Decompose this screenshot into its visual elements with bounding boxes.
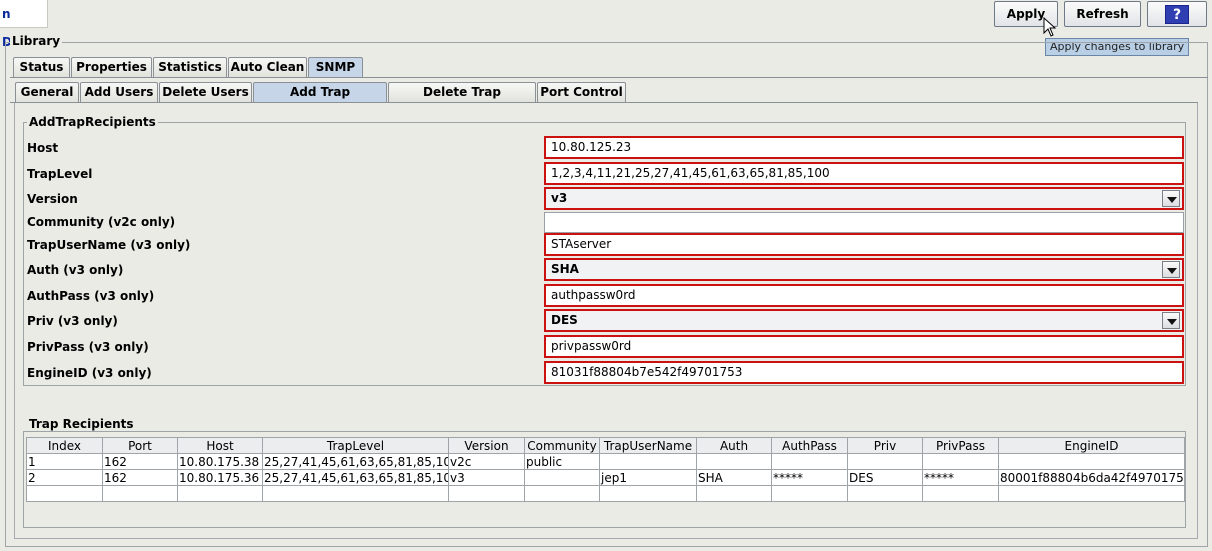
table-cell: ***** xyxy=(771,469,848,486)
table-cell xyxy=(998,485,1185,502)
table-cell: ***** xyxy=(922,469,999,486)
column-header[interactable]: Host xyxy=(177,437,263,454)
help-button[interactable]: ? xyxy=(1147,1,1207,27)
table-header-row: Index Port Host TrapLevel Version Commun… xyxy=(26,437,1185,454)
column-header[interactable]: Index xyxy=(26,437,103,454)
table-cell: SHA xyxy=(696,469,772,486)
table-cell xyxy=(771,485,848,502)
column-header[interactable]: Community xyxy=(524,437,600,454)
table-cell xyxy=(102,485,178,502)
table-cell: 1 xyxy=(26,453,103,470)
table-cell: DES xyxy=(847,469,923,486)
subtab-delete-trap-recipients[interactable]: Delete Trap Recipients xyxy=(388,82,536,118)
column-header[interactable]: Version xyxy=(448,437,525,454)
table-cell: 80001f88804b6da42f49701753 xyxy=(998,469,1185,486)
table-cell: 2 xyxy=(26,469,103,486)
tab-snmp[interactable]: SNMP xyxy=(308,57,363,77)
table-row[interactable] xyxy=(26,485,1185,502)
host-input[interactable]: 10.80.125.23 xyxy=(544,136,1184,159)
table-row[interactable]: 1 162 10.80.175.38 25,27,41,45,61,63,65,… xyxy=(26,453,1185,470)
trapusername-input[interactable]: STAserver xyxy=(544,233,1184,256)
privpass-label: PrivPass (v3 only) xyxy=(27,340,149,354)
table-cell: 162 xyxy=(102,469,178,486)
table-cell xyxy=(696,485,772,502)
subtab-delete-users[interactable]: Delete Users xyxy=(159,82,252,102)
tab-properties[interactable]: Properties xyxy=(71,57,152,77)
tab-auto-clean[interactable]: Auto Clean xyxy=(228,57,307,77)
table-cell xyxy=(696,453,772,470)
table-cell xyxy=(998,453,1185,470)
table-cell: jep1 xyxy=(599,469,697,486)
table-cell xyxy=(177,485,263,502)
authpass-label: AuthPass (v3 only) xyxy=(27,289,155,303)
table-cell: 25,27,41,45,61,63,65,81,85,100 xyxy=(262,469,449,486)
table-cell xyxy=(599,453,697,470)
table-cell xyxy=(448,485,525,502)
engineid-label: EngineID (v3 only) xyxy=(27,366,152,380)
table-cell: public xyxy=(524,453,600,470)
chevron-down-icon[interactable] xyxy=(1162,190,1180,207)
table-cell: v2c xyxy=(448,453,525,470)
subtab-general[interactable]: General xyxy=(15,82,79,102)
table-cell xyxy=(524,469,600,486)
priv-label: Priv (v3 only) xyxy=(27,314,118,328)
priv-select-value: DES xyxy=(551,313,578,327)
subtab-add-users[interactable]: Add Users xyxy=(80,82,158,102)
tab-statistics[interactable]: Statistics xyxy=(153,57,227,77)
chevron-down-icon[interactable] xyxy=(1162,312,1180,329)
table-row[interactable]: 2 162 10.80.175.36 25,27,41,45,61,63,65,… xyxy=(26,469,1185,486)
traplevel-label: TrapLevel xyxy=(27,167,93,181)
table-cell xyxy=(26,485,103,502)
table-cell: 10.80.175.36 xyxy=(177,469,263,486)
community-input[interactable] xyxy=(544,212,1184,233)
tab-divider xyxy=(10,77,1208,78)
table-cell xyxy=(847,485,923,502)
add-trap-recipients-legend: AddTrapRecipients xyxy=(27,115,158,129)
column-header[interactable]: Auth xyxy=(696,437,772,454)
table-cell xyxy=(262,485,449,502)
trap-recipients-legend: Trap Recipients xyxy=(27,417,136,431)
help-icon: ? xyxy=(1165,5,1189,24)
library-legend: Library xyxy=(10,34,63,48)
traplevel-input[interactable]: 1,2,3,4,11,21,25,27,41,45,61,63,65,81,85… xyxy=(544,162,1184,185)
version-select-value: v3 xyxy=(551,191,568,205)
version-label: Version xyxy=(27,192,78,206)
column-header[interactable]: AuthPass xyxy=(771,437,848,454)
auth-label: Auth (v3 only) xyxy=(27,263,124,277)
chevron-down-icon[interactable] xyxy=(1162,261,1180,278)
table-cell xyxy=(599,485,697,502)
authpass-input[interactable]: authpassw0rd xyxy=(544,284,1184,307)
host-label: Host xyxy=(27,141,59,155)
trapusername-label: TrapUserName (v3 only) xyxy=(27,238,191,252)
table-cell xyxy=(922,453,999,470)
subtab-add-trap-recipients[interactable]: Add Trap Recipients xyxy=(253,82,387,118)
tab-status[interactable]: Status xyxy=(13,57,70,77)
mouse-pointer-icon xyxy=(1043,17,1057,37)
column-header[interactable]: PrivPass xyxy=(922,437,999,454)
trap-recipients-table: Index Port Host TrapLevel Version Commun… xyxy=(26,437,1185,502)
table-cell xyxy=(524,485,600,502)
table-cell: 10.80.175.38 xyxy=(177,453,263,470)
table-cell xyxy=(771,453,848,470)
auth-select[interactable]: SHA xyxy=(544,258,1184,281)
column-header[interactable]: EngineID xyxy=(998,437,1185,454)
column-header[interactable]: Priv xyxy=(847,437,923,454)
table-cell xyxy=(847,453,923,470)
column-header[interactable]: Port xyxy=(102,437,178,454)
refresh-button[interactable]: Refresh xyxy=(1064,1,1141,27)
column-header[interactable]: TrapUserName xyxy=(599,437,697,454)
version-select[interactable]: v3 xyxy=(544,187,1184,210)
breadcrumb-link[interactable]: n Detail xyxy=(0,0,48,49)
engineid-input[interactable]: 81031f88804b7e542f49701753 xyxy=(544,361,1184,384)
community-label: Community (v2c only) xyxy=(27,215,176,229)
privpass-input[interactable]: privpassw0rd xyxy=(544,335,1184,358)
table-cell: 25,27,41,45,61,63,65,81,85,100 xyxy=(262,453,449,470)
priv-select[interactable]: DES xyxy=(544,309,1184,332)
table-cell: 162 xyxy=(102,453,178,470)
auth-select-value: SHA xyxy=(551,262,579,276)
table-cell xyxy=(922,485,999,502)
subtab-port-control[interactable]: Port Control xyxy=(537,82,626,102)
column-header[interactable]: TrapLevel xyxy=(262,437,449,454)
table-cell: v3 xyxy=(448,469,525,486)
